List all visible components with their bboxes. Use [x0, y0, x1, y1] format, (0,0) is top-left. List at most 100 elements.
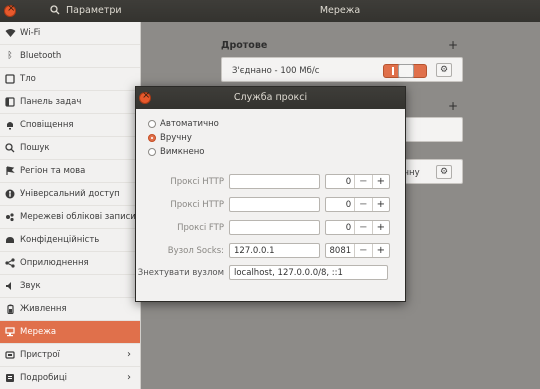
sidebar-item-wifi[interactable]: Wi-Fi — [0, 22, 140, 45]
details-icon — [4, 372, 16, 384]
sidebar-item-label: Пошук — [20, 143, 50, 153]
https-proxy-port-spinner[interactable]: 0 − + — [325, 197, 390, 212]
sidebar-item-online-accounts[interactable]: Мережеві облікові записи — [0, 206, 140, 229]
decrement-button[interactable]: − — [354, 244, 371, 257]
radio-disabled[interactable]: Вимкнено — [148, 147, 204, 157]
sidebar-item-label: Універсальний доступ — [20, 189, 120, 199]
sidebar-item-label: Пристрої — [20, 350, 60, 360]
http-proxy-label: Проксі HTTP — [170, 177, 224, 187]
socks-port-spinner[interactable]: 8081 − + — [325, 243, 390, 258]
add-vpn-button[interactable]: + — [448, 99, 458, 113]
wifi-icon — [4, 27, 16, 39]
title-bar: Параметри Мережа — [0, 0, 540, 22]
power-icon — [4, 303, 16, 315]
radio-automatic[interactable]: Автоматично — [148, 119, 219, 129]
toggle-knob — [398, 64, 414, 78]
online-accounts-icon — [4, 211, 16, 223]
decrement-button[interactable]: − — [354, 175, 371, 188]
window-title-text: Мережа — [319, 5, 361, 16]
increment-button[interactable]: + — [371, 198, 389, 211]
http-proxy-port-spinner[interactable]: 0 − + — [325, 174, 390, 189]
increment-button[interactable]: + — [371, 175, 389, 188]
wired-settings-button[interactable]: ⚙ — [436, 63, 452, 77]
socks-host-label: Вузол Socks: — [167, 246, 224, 256]
port-value: 0 — [345, 199, 352, 210]
wired-status: З'єднано - 100 Мб/с — [232, 66, 320, 76]
gear-icon: ⚙ — [439, 167, 449, 177]
wired-section-title: Дротове — [221, 40, 268, 51]
radio-label: Вимкнено — [160, 147, 205, 157]
sidebar: Wi-Fi ᛒ Bluetooth Тло Панель задач Сповіщ… — [0, 22, 141, 389]
background-icon — [4, 73, 16, 85]
sidebar-item-label: Мережеві облікові записи — [20, 212, 136, 222]
sidebar-item-label: Wi-Fi — [20, 28, 41, 38]
sidebar-item-search[interactable]: Пошук — [0, 137, 140, 160]
add-wired-connection-button[interactable]: + — [448, 38, 458, 52]
privacy-icon — [4, 234, 16, 246]
sidebar-item-network[interactable]: Мережа — [0, 321, 140, 344]
proxy-settings-button[interactable]: ⚙ — [436, 165, 452, 179]
ignore-hosts-input[interactable]: localhost, 127.0.0.0/8, ::1 — [229, 265, 388, 280]
sidebar-item-label: Конфіденційність — [20, 235, 100, 245]
radio-indicator — [148, 134, 156, 142]
proxy-dialog: Служба проксі Автоматично Вручну Вимкнен… — [135, 86, 406, 302]
bluetooth-icon: ᛒ — [7, 51, 13, 61]
ignore-hosts-label: Знехтувати вузлом — [137, 268, 224, 278]
sidebar-item-region[interactable]: Регіон та мова — [0, 160, 140, 183]
sharing-icon — [4, 257, 16, 269]
network-icon — [4, 326, 16, 338]
devices-icon — [4, 349, 16, 361]
sidebar-item-sound[interactable]: Звук — [0, 275, 140, 298]
sidebar-item-bluetooth[interactable]: ᛒ Bluetooth — [0, 45, 140, 68]
socks-host-input[interactable]: 127.0.0.1 — [229, 243, 320, 258]
sidebar-item-label: Панель задач — [20, 97, 82, 107]
sidebar-item-dock[interactable]: Панель задач — [0, 91, 140, 114]
gear-icon: ⚙ — [439, 65, 449, 75]
increment-button[interactable]: + — [371, 244, 389, 257]
increment-button[interactable]: + — [371, 221, 389, 234]
wired-connection-card: З'єднано - 100 Мб/с ⚙ — [221, 57, 463, 82]
radio-indicator — [148, 120, 156, 128]
sidebar-item-label: Подробиці — [20, 373, 67, 383]
sidebar-item-label: Регіон та мова — [20, 166, 86, 176]
wired-toggle[interactable] — [383, 64, 427, 78]
ftp-proxy-host-input[interactable] — [229, 220, 320, 235]
https-proxy-host-input[interactable] — [229, 197, 320, 212]
decrement-button[interactable]: − — [354, 198, 371, 211]
sidebar-item-privacy[interactable]: Конфіденційність — [0, 229, 140, 252]
sidebar-item-power[interactable]: Живлення — [0, 298, 140, 321]
search-icon — [4, 142, 16, 154]
radio-manual[interactable]: Вручну — [148, 133, 192, 143]
ftp-proxy-port-spinner[interactable]: 0 − + — [325, 220, 390, 235]
region-icon — [4, 165, 16, 177]
decrement-button[interactable]: − — [354, 221, 371, 234]
sidebar-item-label: Звук — [20, 281, 41, 291]
chevron-right-icon: › — [127, 372, 131, 383]
port-value: 0 — [345, 222, 352, 233]
sidebar-item-background[interactable]: Тло — [0, 68, 140, 91]
sidebar-item-label: Мережа — [20, 327, 57, 337]
radio-indicator — [148, 148, 156, 156]
chevron-right-icon: › — [127, 349, 131, 360]
radio-label: Вручну — [160, 133, 192, 143]
port-value: 0 — [345, 176, 352, 187]
sidebar-item-label: Сповіщення — [20, 120, 74, 130]
dialog-title: Служба проксі — [233, 92, 308, 103]
sidebar-item-accessibility[interactable]: Універсальний доступ — [0, 183, 140, 206]
sidebar-item-notifications[interactable]: Сповіщення — [0, 114, 140, 137]
sidebar-item-details[interactable]: Подробиці › — [0, 367, 140, 389]
http-proxy-host-input[interactable] — [229, 174, 320, 189]
sidebar-item-sharing[interactable]: Оприлюднення — [0, 252, 140, 275]
window-title: Мережа — [0, 5, 540, 16]
sidebar-item-devices[interactable]: Пристрої › — [0, 344, 140, 367]
port-value: 8081 — [329, 245, 352, 256]
accessibility-icon — [4, 188, 16, 200]
radio-label: Автоматично — [160, 119, 219, 129]
dock-icon — [4, 96, 16, 108]
toggle-on-indicator — [392, 67, 394, 75]
notifications-icon — [4, 119, 16, 131]
proxy-mode-value: чну — [404, 168, 420, 178]
sound-icon — [4, 280, 16, 292]
dialog-title-bar: Служба проксі — [136, 87, 405, 109]
sidebar-item-label: Оприлюднення — [20, 258, 89, 268]
